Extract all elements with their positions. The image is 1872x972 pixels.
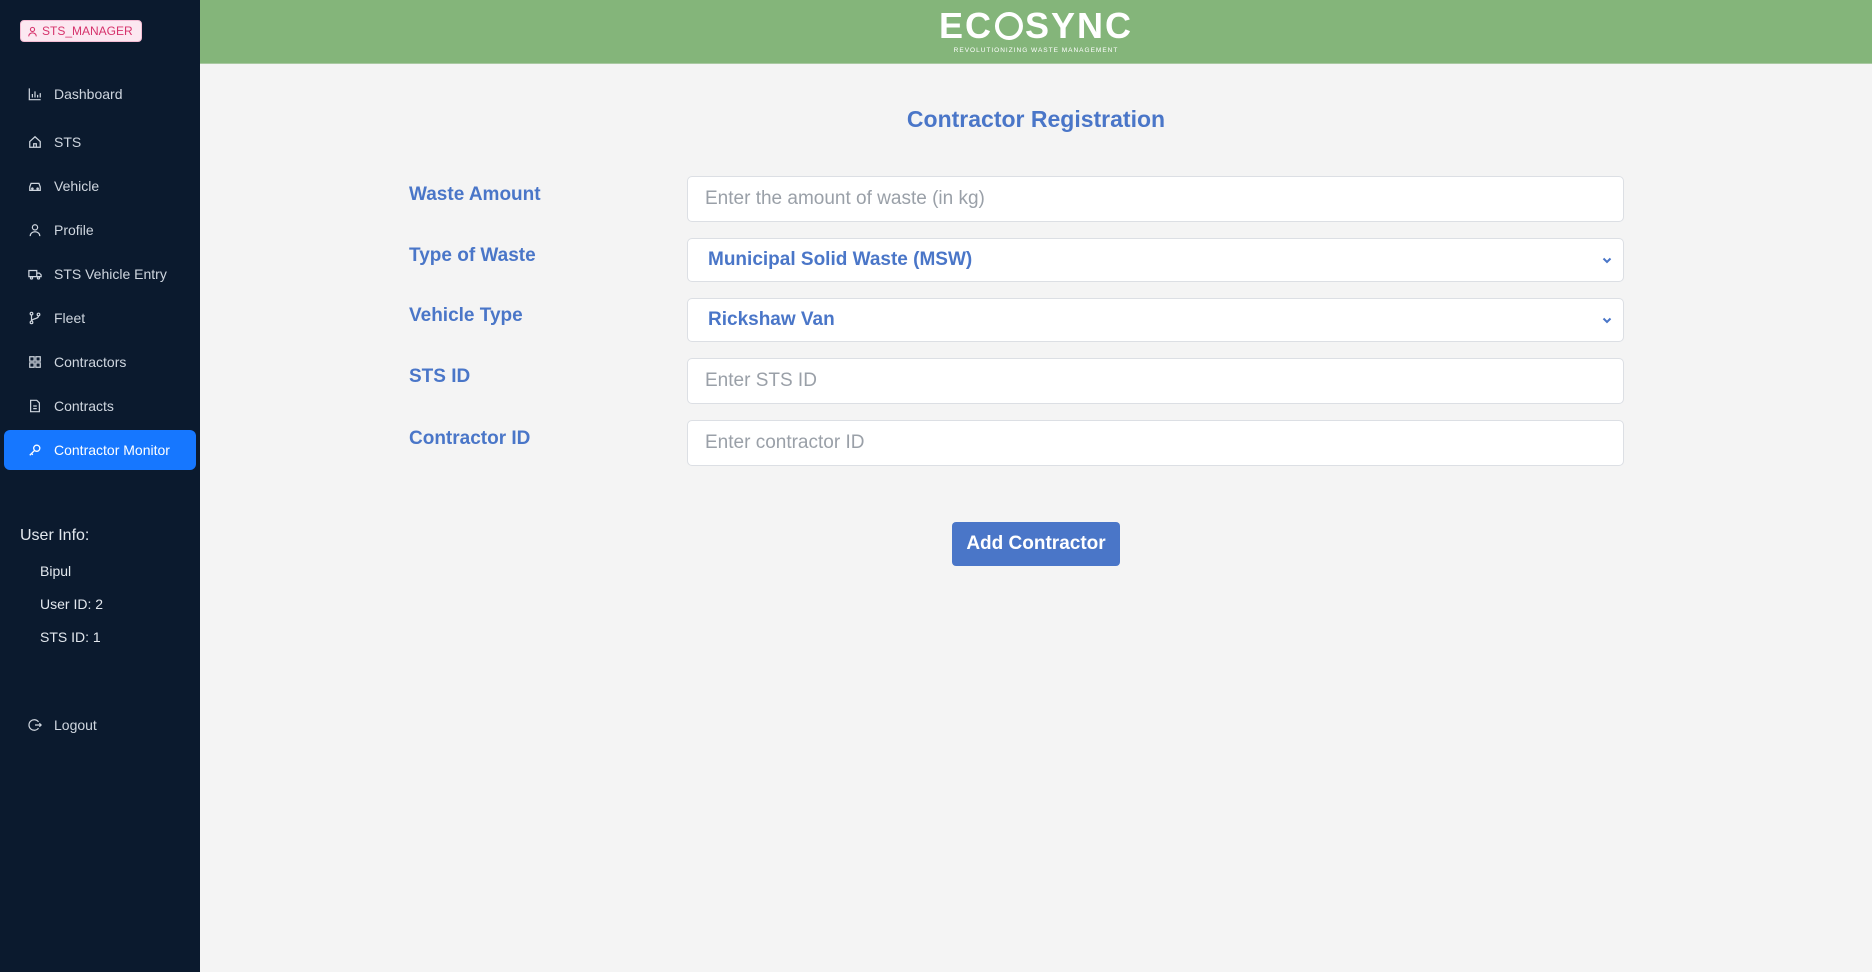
sidebar-item-label: Fleet bbox=[54, 310, 86, 326]
chevron-down-icon bbox=[1602, 257, 1612, 264]
logout-label: Logout bbox=[54, 717, 97, 733]
sidebar-item-label: Contracts bbox=[54, 398, 114, 414]
vehicle-type-select[interactable]: Rickshaw Van bbox=[687, 298, 1624, 342]
sidebar-item-label: STS Vehicle Entry bbox=[54, 266, 167, 282]
main-content: Contractor Registration Waste Amount Typ… bbox=[200, 64, 1872, 972]
sidebar-item-profile[interactable]: Profile bbox=[4, 210, 196, 250]
sidebar-item-vehicle[interactable]: Vehicle bbox=[4, 166, 196, 206]
chevron-down-icon bbox=[1602, 317, 1612, 324]
ecosync-logo: EC SYNC REVOLUTIONIZING WASTE MANAGEMENT bbox=[938, 5, 1134, 55]
user-icon bbox=[29, 224, 41, 237]
waste-type-value: Municipal Solid Waste (MSW) bbox=[708, 249, 973, 270]
car-icon bbox=[29, 182, 41, 191]
sidebar-item-label: Profile bbox=[54, 222, 94, 238]
user-icon bbox=[28, 26, 37, 36]
grid-icon bbox=[29, 356, 41, 368]
sidebar-item-label: Contractor Monitor bbox=[54, 442, 170, 458]
bar-chart-icon bbox=[28, 88, 41, 101]
user-info: User Info: Bipul User ID: 2 STS ID: 1 bbox=[20, 527, 103, 645]
sidebar-item-label: Dashboard bbox=[54, 86, 123, 102]
sidebar-item-label: Contractors bbox=[54, 354, 127, 370]
add-contractor-button[interactable]: Add Contractor bbox=[952, 522, 1120, 566]
sidebar-item-contracts[interactable]: Contracts bbox=[4, 386, 196, 426]
sidebar-item-dashboard[interactable]: Dashboard bbox=[4, 74, 196, 114]
sidebar-item-label: STS bbox=[54, 134, 82, 150]
logo-tagline: REVOLUTIONIZING WASTE MANAGEMENT bbox=[953, 47, 1119, 54]
sidebar-item-fleet[interactable]: Fleet bbox=[4, 298, 196, 338]
page-title: Contractor Registration bbox=[906, 106, 1166, 132]
user-sts-id: STS ID: 1 bbox=[40, 629, 101, 645]
user-name: Bipul bbox=[40, 563, 72, 579]
vehicle-type-label: Vehicle Type bbox=[409, 305, 523, 326]
sidebar-item-label: Vehicle bbox=[54, 178, 100, 194]
logout-icon bbox=[28, 719, 42, 731]
truck-icon bbox=[28, 269, 42, 280]
role-badge-label: STS_MANAGER bbox=[42, 24, 133, 38]
user-info-title: User Info: bbox=[20, 527, 90, 544]
user-id: User ID: 2 bbox=[40, 596, 104, 612]
logo-wordmark: EC SYNC bbox=[938, 5, 1134, 46]
sts-id-label: STS ID bbox=[409, 366, 471, 387]
key-icon bbox=[29, 444, 41, 456]
home-icon bbox=[29, 135, 41, 148]
waste-type-select[interactable]: Municipal Solid Waste (MSW) bbox=[687, 238, 1624, 282]
file-icon bbox=[30, 399, 40, 413]
contractor-id-label: Contractor ID bbox=[409, 428, 531, 449]
logout-button[interactable]: Logout bbox=[4, 705, 196, 745]
waste-amount-input[interactable] bbox=[687, 176, 1624, 222]
top-header: EC SYNC REVOLUTIONIZING WASTE MANAGEMENT bbox=[200, 0, 1872, 64]
sts-id-input[interactable] bbox=[687, 358, 1624, 404]
waste-amount-label: Waste Amount bbox=[409, 184, 541, 205]
vehicle-type-value: Rickshaw Van bbox=[708, 309, 835, 330]
sidebar: STS_MANAGER Dashboard STS Vehicle Profil… bbox=[0, 0, 200, 972]
git-branch-icon bbox=[29, 311, 41, 325]
role-badge: STS_MANAGER bbox=[20, 20, 142, 42]
contractor-id-input[interactable] bbox=[687, 420, 1624, 466]
waste-type-label: Type of Waste bbox=[409, 245, 536, 266]
sidebar-item-contractor-monitor[interactable]: Contractor Monitor bbox=[4, 430, 196, 470]
sidebar-item-sts-vehicle-entry[interactable]: STS Vehicle Entry bbox=[4, 254, 196, 294]
sidebar-item-sts[interactable]: STS bbox=[4, 122, 196, 162]
sidebar-item-contractors[interactable]: Contractors bbox=[4, 342, 196, 382]
